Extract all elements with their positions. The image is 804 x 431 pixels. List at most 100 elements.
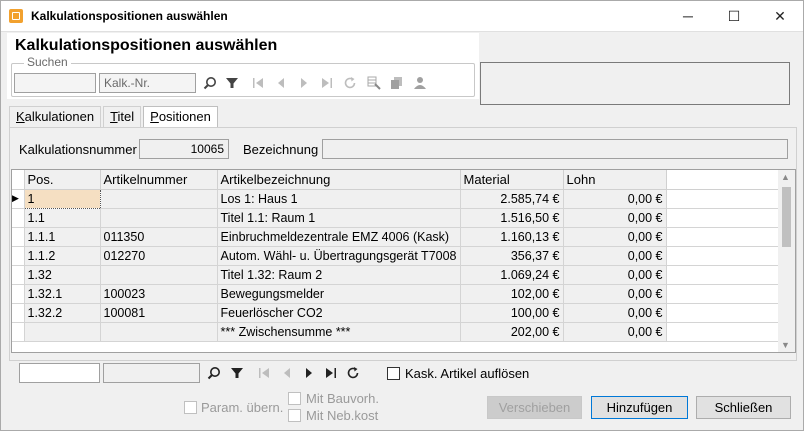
table-row[interactable]: 1.32 Titel 1.32: Raum 2 1.069,24 € 0,00 … xyxy=(12,265,779,285)
schliessen-button[interactable]: Schließen xyxy=(696,396,791,419)
cell-artnr[interactable] xyxy=(100,265,218,285)
column-header-lohn[interactable]: Lohn xyxy=(563,170,667,190)
cell-lohn[interactable]: 0,00 € xyxy=(563,265,667,285)
cell-bez[interactable]: Autom. Wähl- u. Übertragungsgerät T7008 xyxy=(217,246,461,266)
cell-artnr[interactable]: 011350 xyxy=(100,227,218,247)
cell-pos[interactable]: 1.1 xyxy=(24,208,101,228)
cell-artnr[interactable] xyxy=(100,322,218,342)
column-header-material[interactable]: Material xyxy=(460,170,564,190)
table-row[interactable]: 1.1 Titel 1.1: Raum 1 1.516,50 € 0,00 € xyxy=(12,208,779,228)
bottom-filter-input[interactable] xyxy=(103,363,200,383)
grid-tools-icon[interactable] xyxy=(365,74,383,92)
verschieben-button[interactable]: Verschieben xyxy=(487,396,582,419)
column-header-artikelbezeichnung[interactable]: Artikelbezeichnung xyxy=(217,170,461,190)
bottom-next-record-icon[interactable] xyxy=(300,364,318,382)
cell-bez[interactable]: Bewegungsmelder xyxy=(217,284,461,304)
title-bar: Kalkulationspositionen auswählen ─ ☐ ✕ xyxy=(1,1,803,32)
refresh-icon[interactable] xyxy=(341,74,359,92)
search-icon[interactable] xyxy=(201,74,219,92)
copy-records-icon[interactable] xyxy=(388,74,406,92)
mit-nebkost-checkbox[interactable] xyxy=(288,409,301,422)
kask-artikel-checkbox[interactable] xyxy=(387,367,400,380)
window-title: Kalkulationspositionen auswählen xyxy=(31,9,228,23)
cell-lohn[interactable]: 0,00 € xyxy=(563,227,667,247)
vertical-scrollbar[interactable]: ▲ ▼ xyxy=(778,170,795,352)
cell-bez[interactable]: Los 1: Haus 1 xyxy=(217,189,461,209)
user-icon[interactable] xyxy=(411,74,429,92)
maximize-button[interactable]: ☐ xyxy=(711,1,757,32)
cell-bez[interactable]: *** Zwischensumme *** xyxy=(217,322,461,342)
mit-bauvorh-checkbox[interactable] xyxy=(288,392,301,405)
cell-material[interactable]: 1.516,50 € xyxy=(460,208,564,228)
cell-lohn[interactable]: 0,00 € xyxy=(563,303,667,323)
cell-material[interactable]: 100,00 € xyxy=(460,303,564,323)
bezeichnung-field[interactable] xyxy=(322,139,788,159)
row-filler xyxy=(666,227,779,247)
table-row[interactable]: 1.32.1 100023 Bewegungsmelder 102,00 € 0… xyxy=(12,284,779,304)
current-row-indicator-icon: ▶ xyxy=(12,189,25,209)
cell-artnr[interactable] xyxy=(100,208,218,228)
cell-lohn[interactable]: 0,00 € xyxy=(563,189,667,209)
cell-bez[interactable]: Feuerlöscher CO2 xyxy=(217,303,461,323)
positions-table[interactable]: Pos. Artikelnummer Artikelbezeichnung Ma… xyxy=(11,169,796,353)
cell-material[interactable]: 1.160,13 € xyxy=(460,227,564,247)
cell-pos[interactable]: 1.32 xyxy=(24,265,101,285)
cell-lohn[interactable]: 0,00 € xyxy=(563,246,667,266)
filter-icon[interactable] xyxy=(223,74,241,92)
cell-artnr[interactable]: 012270 xyxy=(100,246,218,266)
next-record-icon[interactable] xyxy=(295,74,313,92)
bottom-last-record-icon[interactable] xyxy=(322,364,340,382)
table-row[interactable]: ▶ 1 Los 1: Haus 1 2.585,74 € 0,00 € xyxy=(12,188,779,209)
minimize-button[interactable]: ─ xyxy=(665,1,711,32)
bottom-refresh-icon[interactable] xyxy=(344,364,362,382)
last-record-icon[interactable] xyxy=(318,74,336,92)
close-button[interactable]: ✕ xyxy=(757,1,803,32)
column-header-artikelnummer[interactable]: Artikelnummer xyxy=(100,170,218,190)
kalkulationsnummer-field[interactable]: 10065 xyxy=(139,139,229,159)
mit-bauvorh-label: Mit Bauvorh. xyxy=(306,391,379,406)
cell-artnr[interactable]: 100081 xyxy=(100,303,218,323)
tab-kalkulationen[interactable]: Kalkulationen xyxy=(9,106,102,127)
search-input[interactable] xyxy=(14,73,96,93)
cell-material[interactable]: 202,00 € xyxy=(460,322,564,342)
cell-lohn[interactable]: 0,00 € xyxy=(563,284,667,304)
cell-material[interactable]: 1.069,24 € xyxy=(460,265,564,285)
cell-material[interactable]: 2.585,74 € xyxy=(460,189,564,209)
cell-pos[interactable] xyxy=(24,322,101,342)
cell-bez[interactable]: Titel 1.1: Raum 1 xyxy=(217,208,461,228)
tab-positionen[interactable]: Positionen xyxy=(143,106,218,128)
tab-titel[interactable]: Titel xyxy=(103,106,142,127)
cell-bez[interactable]: Titel 1.32: Raum 2 xyxy=(217,265,461,285)
first-record-icon[interactable] xyxy=(249,74,267,92)
table-row[interactable]: 1.1.1 011350 Einbruchmeldezentrale EMZ 4… xyxy=(12,227,779,247)
bottom-filter-icon[interactable] xyxy=(228,364,246,382)
table-row[interactable]: *** Zwischensumme *** 202,00 € 0,00 € xyxy=(12,322,779,342)
cell-pos[interactable]: 1 xyxy=(23,188,101,209)
hinzufuegen-button[interactable]: Hinzufügen xyxy=(591,396,688,419)
table-row[interactable]: 1.32.2 100081 Feuerlöscher CO2 100,00 € … xyxy=(12,303,779,323)
kalk-nr-input[interactable]: Kalk.-Nr. xyxy=(99,73,196,93)
param-uebern-checkbox[interactable] xyxy=(184,401,197,414)
cell-lohn[interactable]: 0,00 € xyxy=(563,322,667,342)
cell-artnr[interactable] xyxy=(100,189,218,209)
cell-pos[interactable]: 1.1.1 xyxy=(24,227,101,247)
column-header-pos[interactable]: Pos. xyxy=(24,170,101,190)
bottom-previous-record-icon[interactable] xyxy=(278,364,296,382)
cell-lohn[interactable]: 0,00 € xyxy=(563,208,667,228)
cell-material[interactable]: 102,00 € xyxy=(460,284,564,304)
cell-pos[interactable]: 1.32.1 xyxy=(24,284,101,304)
bottom-search-icon[interactable] xyxy=(205,364,223,382)
cell-material[interactable]: 356,37 € xyxy=(460,246,564,266)
scroll-down-icon[interactable]: ▼ xyxy=(781,340,790,350)
scrollbar-thumb[interactable] xyxy=(782,187,791,247)
bottom-search-input[interactable] xyxy=(19,363,100,383)
row-indicator xyxy=(12,208,25,228)
cell-pos[interactable]: 1.1.2 xyxy=(24,246,101,266)
cell-pos[interactable]: 1.32.2 xyxy=(24,303,101,323)
scroll-up-icon[interactable]: ▲ xyxy=(781,172,790,182)
previous-record-icon[interactable] xyxy=(272,74,290,92)
cell-artnr[interactable]: 100023 xyxy=(100,284,218,304)
table-row[interactable]: 1.1.2 012270 Autom. Wähl- u. Übertragung… xyxy=(12,246,779,266)
cell-bez[interactable]: Einbruchmeldezentrale EMZ 4006 (Kask) xyxy=(217,227,461,247)
bottom-first-record-icon[interactable] xyxy=(255,364,273,382)
